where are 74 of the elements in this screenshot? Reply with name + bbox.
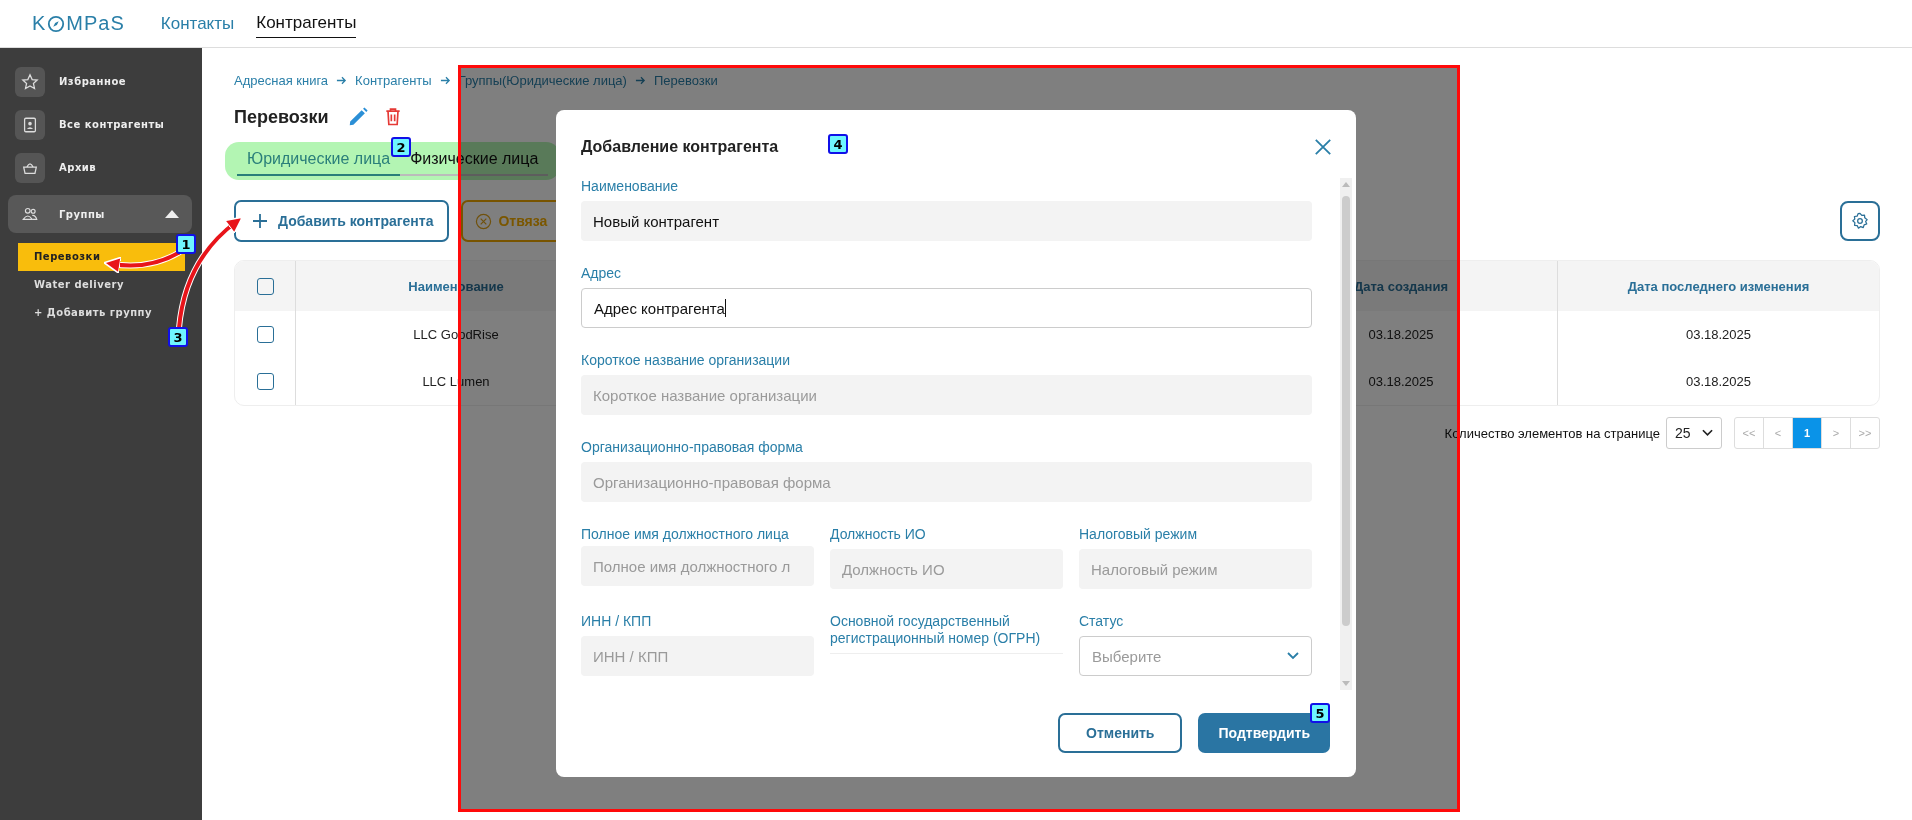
- step-badge: 1: [176, 234, 196, 254]
- sidebar-item[interactable]: Группы: [8, 195, 192, 233]
- sidebar-item[interactable]: Все контрагенты: [8, 109, 202, 140]
- table-cell: 03.18.2025: [1368, 327, 1434, 342]
- field-label: Полное имя должностного лица: [581, 526, 790, 543]
- settings-button[interactable]: [1840, 201, 1880, 241]
- arrow-right-icon: [439, 74, 451, 86]
- field-label: Наименование: [581, 178, 680, 195]
- checkbox[interactable]: [256, 373, 274, 390]
- breadcrumb-link[interactable]: Контрагенты: [355, 72, 432, 88]
- field-label: Статус: [1079, 613, 1125, 630]
- scrollbar[interactable]: [1340, 178, 1352, 690]
- people-icon: [21, 205, 39, 223]
- field-label: Должность ИО: [830, 526, 927, 543]
- input-field[interactable]: Полное имя должностного л: [581, 546, 814, 586]
- breadcrumb-link[interactable]: Перевозки: [653, 72, 718, 88]
- sidebar-item[interactable]: Архив: [8, 152, 202, 183]
- dialog-title: Добавление контрагента: [581, 138, 779, 156]
- field-label: ИНН / КПП: [581, 613, 653, 630]
- step-badge: 2: [391, 137, 411, 157]
- table-cell: 03.18.2025: [1685, 327, 1752, 342]
- nav-tab[interactable]: Контакты: [160, 9, 235, 38]
- page-button[interactable]: >>: [1851, 418, 1879, 448]
- page-title: Перевозки: [234, 106, 329, 128]
- add-group-link[interactable]: + Добавить группу: [18, 299, 185, 327]
- arrow-right-icon: [336, 74, 348, 86]
- input-field[interactable]: Налоговый режим: [1079, 549, 1312, 589]
- id-card-icon: [21, 115, 39, 134]
- page-button[interactable]: >: [1822, 418, 1851, 448]
- input-field[interactable]: Адрес контрагента: [581, 288, 1312, 328]
- input-field[interactable]: ИНН / КПП: [581, 636, 814, 676]
- status-select[interactable]: Выберите: [1079, 636, 1312, 676]
- nav-tab[interactable]: Контрагенты: [256, 9, 357, 38]
- checkbox[interactable]: [256, 326, 274, 343]
- input-field[interactable]: Короткое название организации: [581, 375, 1312, 415]
- field-label: Основной государственный регистрационный номер (ОГРН): [830, 613, 1042, 647]
- chevron-down-icon: [1287, 652, 1299, 660]
- add-counterparty-button[interactable]: Добавить контрагента: [234, 200, 450, 242]
- group-item[interactable]: Water delivery: [18, 271, 185, 299]
- field-label: Адрес: [581, 265, 623, 282]
- arrow-right-icon: [634, 74, 646, 86]
- step-badge: 5: [1310, 703, 1330, 723]
- breadcrumb-link[interactable]: Группы(Юридические лица): [458, 72, 627, 88]
- sidebar-label: Избранное: [59, 76, 128, 87]
- step-badge: 3: [168, 327, 188, 347]
- plus-icon: [252, 213, 268, 229]
- sidebar-label: Все контрагенты: [59, 119, 166, 130]
- logo: K MPaS: [32, 12, 125, 35]
- input-field[interactable]: Новый контрагент: [581, 201, 1312, 241]
- page-button[interactable]: <<: [1735, 418, 1764, 448]
- field-label: Короткое название организации: [581, 352, 791, 369]
- compass-icon: [47, 14, 66, 33]
- table-cell: 03.18.2025: [1685, 374, 1752, 389]
- input-field[interactable]: Должность ИО: [830, 549, 1063, 589]
- chevron-down-icon: [1702, 429, 1713, 437]
- table-cell: 03.18.2025: [1368, 374, 1434, 389]
- caret-icon: [164, 209, 180, 219]
- sidebar-label: Группы: [59, 208, 106, 220]
- cancel-button[interactable]: Отменить: [1058, 713, 1183, 753]
- sidebar-item[interactable]: Избранное: [8, 66, 202, 97]
- page-button[interactable]: 1: [1793, 418, 1822, 448]
- checkbox[interactable]: [256, 277, 274, 295]
- star-icon: [21, 72, 39, 91]
- sidebar-label: Архив: [59, 162, 98, 173]
- field-label: Организационно-правовая форма: [581, 439, 804, 456]
- settings-icon: [1851, 212, 1869, 230]
- field-label: Налоговый режим: [1079, 526, 1199, 543]
- step-badge: 4: [828, 134, 848, 154]
- close-icon[interactable]: [1314, 138, 1332, 156]
- column-header: Дата последнего изменения: [1627, 278, 1810, 294]
- x-circle-icon: [475, 212, 493, 230]
- input-field[interactable]: Организационно-правовая форма: [581, 462, 1312, 502]
- breadcrumb-link[interactable]: Адресная книга: [234, 72, 329, 88]
- page-size-select[interactable]: 25: [1666, 417, 1722, 449]
